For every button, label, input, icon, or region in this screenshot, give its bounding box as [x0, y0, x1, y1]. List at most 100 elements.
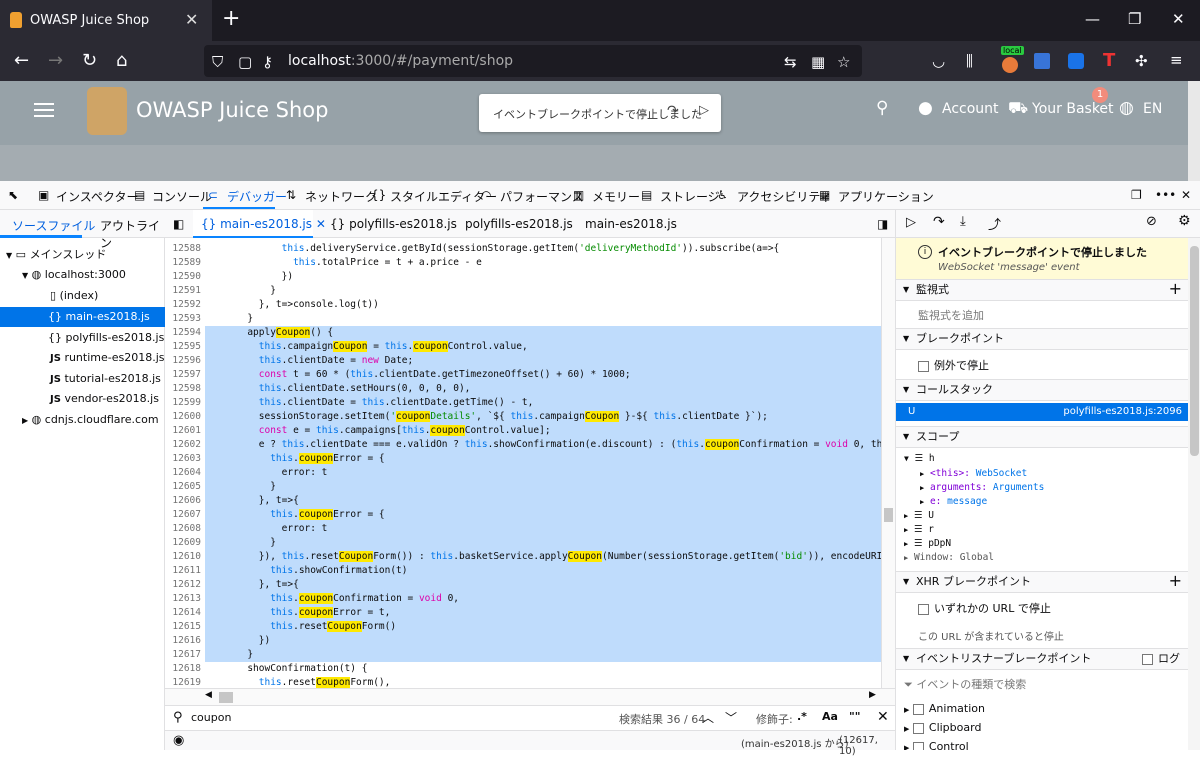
- line-number[interactable]: 12597: [165, 368, 201, 382]
- element-picker-icon[interactable]: ⬉: [8, 188, 18, 202]
- eye-icon[interactable]: ◉: [173, 733, 184, 748]
- line-number[interactable]: 12605: [165, 480, 201, 494]
- resume-icon[interactable]: ▷: [699, 103, 709, 118]
- watch-input[interactable]: 監視式を追加: [918, 307, 984, 323]
- scroll-thumb[interactable]: [884, 508, 893, 522]
- basket-button[interactable]: Your Basket: [1032, 101, 1114, 117]
- editor-tab-polyfills-2[interactable]: polyfills-es2018.js: [465, 217, 573, 231]
- line-number[interactable]: 12619: [165, 676, 201, 688]
- line-number[interactable]: 12610: [165, 550, 201, 564]
- previous-result-icon[interactable]: ︿: [702, 709, 714, 726]
- close-tab-icon[interactable]: ✕: [316, 217, 326, 231]
- dock-icon[interactable]: ❐: [1131, 188, 1142, 202]
- whole-word-toggle[interactable]: "": [849, 710, 860, 723]
- window-close-icon[interactable]: ✕: [1172, 10, 1185, 28]
- line-number[interactable]: 12604: [165, 466, 201, 480]
- permissions-key-icon[interactable]: ⚷: [262, 53, 273, 71]
- line-number[interactable]: 12606: [165, 494, 201, 508]
- tab-debugger[interactable]: デバッガー: [227, 188, 287, 205]
- tab-application[interactable]: アプリケーション: [838, 188, 934, 205]
- minimize-icon[interactable]: —: [1085, 10, 1100, 28]
- reload-icon[interactable]: ↻: [82, 50, 97, 71]
- more-options-icon[interactable]: •••: [1155, 188, 1176, 202]
- tab-performance[interactable]: パフォーマンス: [500, 188, 584, 205]
- tab-accessibility[interactable]: アクセシビリティ: [737, 188, 832, 205]
- event-category-animation[interactable]: ▶ Animation: [904, 702, 985, 715]
- settings-gear-icon[interactable]: ⚙: [1178, 213, 1191, 229]
- qr-icon[interactable]: ▦: [811, 53, 825, 71]
- tab-storage[interactable]: ストレージ: [660, 188, 720, 205]
- search-icon[interactable]: ⚲: [876, 98, 888, 118]
- event-category-control[interactable]: ▶ Control: [904, 740, 969, 750]
- line-number[interactable]: 12614: [165, 606, 201, 620]
- xhr-contains-url[interactable]: この URL が含まれていると停止: [918, 628, 1064, 643]
- xhr-any-url-checkbox[interactable]: いずれかの URL で停止: [918, 600, 1051, 616]
- scope-this[interactable]: ▶ <this>: WebSocket: [920, 468, 1027, 479]
- add-watch-icon[interactable]: +: [1169, 279, 1182, 299]
- event-listener-section-header[interactable]: ▼ イベントリスナーブレークポイント ログ: [896, 648, 1188, 670]
- line-number[interactable]: 12603: [165, 452, 201, 466]
- xhr-section-header[interactable]: ▼ XHR ブレークポイント +: [896, 571, 1188, 593]
- back-icon[interactable]: ←: [14, 50, 29, 71]
- account-button[interactable]: Account: [942, 101, 999, 117]
- editor-tab-polyfills-1[interactable]: {} polyfills-es2018.js: [330, 217, 457, 231]
- step-over-icon[interactable]: ↷: [933, 214, 945, 230]
- step-out-icon[interactable]: ⤴: [988, 214, 1001, 233]
- line-number[interactable]: 12590: [165, 270, 201, 284]
- line-number[interactable]: 12596: [165, 354, 201, 368]
- page-scrollbar[interactable]: [1188, 81, 1200, 181]
- scroll-left-icon[interactable]: ◀: [205, 690, 212, 700]
- new-tab-icon[interactable]: +: [222, 6, 240, 31]
- scope-arguments[interactable]: ▶ arguments: Arguments: [920, 482, 1044, 493]
- deactivate-breakpoints-icon[interactable]: ⊘: [1146, 214, 1157, 229]
- tab-network[interactable]: ネットワーク: [305, 188, 377, 205]
- tree-index[interactable]: ▯ (index): [0, 286, 165, 306]
- app-brand[interactable]: OWASP Juice Shop: [136, 98, 328, 122]
- line-number[interactable]: 12598: [165, 382, 201, 396]
- next-result-icon[interactable]: ﹀: [725, 709, 737, 726]
- account-icon[interactable]: ●: [918, 98, 933, 118]
- tree-vendor-es2018[interactable]: JS vendor-es2018.js: [0, 389, 165, 409]
- language-globe-icon[interactable]: ◍: [1119, 98, 1134, 118]
- editor-horizontal-scrollbar[interactable]: ◀ ▶: [165, 688, 895, 705]
- forward-icon[interactable]: →: [48, 50, 63, 71]
- scroll-thumb[interactable]: [1190, 246, 1199, 456]
- tree-runtime-es2018[interactable]: JS runtime-es2018.js: [0, 348, 165, 368]
- pocket-icon[interactable]: ◡: [932, 52, 945, 70]
- watch-section-header[interactable]: ▼ 監視式 +: [896, 279, 1188, 301]
- line-number[interactable]: 12595: [165, 340, 201, 354]
- tab-console[interactable]: コンソール: [152, 188, 212, 205]
- scope-h[interactable]: ▼ ☰ h: [904, 453, 935, 464]
- line-number[interactable]: 12599: [165, 396, 201, 410]
- scope-e[interactable]: ▶ e: message: [920, 496, 987, 507]
- menu-icon[interactable]: ≡: [1170, 51, 1183, 69]
- scope-section-header[interactable]: ▼ スコープ: [896, 426, 1188, 448]
- line-number[interactable]: 12613: [165, 592, 201, 606]
- t-extension-icon[interactable]: T: [1103, 50, 1115, 71]
- line-number[interactable]: 12608: [165, 522, 201, 536]
- case-sensitive-toggle[interactable]: Aa: [822, 710, 838, 723]
- juice-shop-logo[interactable]: [87, 87, 127, 135]
- line-number[interactable]: 12602: [165, 438, 201, 452]
- tab-source-files[interactable]: ソースファイル: [12, 217, 95, 234]
- close-search-icon[interactable]: ✕: [877, 709, 889, 725]
- extension-icon[interactable]: [1002, 57, 1018, 73]
- add-xhr-breakpoint-icon[interactable]: +: [1169, 571, 1182, 591]
- step-over-icon[interactable]: ↷: [667, 103, 679, 119]
- callstack-section-header[interactable]: ▼ コールスタック: [896, 379, 1188, 401]
- toggle-debugger-pane-icon[interactable]: ◨: [877, 217, 888, 231]
- tree-main-es2018[interactable]: {} main-es2018.js: [0, 307, 165, 327]
- pause-on-exceptions-checkbox[interactable]: 例外で停止: [918, 357, 989, 373]
- bookmark-star-icon[interactable]: ☆: [837, 53, 850, 71]
- shield-icon[interactable]: ⛉: [212, 53, 223, 71]
- browser-tab[interactable]: OWASP Juice Shop ✕: [0, 0, 212, 41]
- scroll-right-icon[interactable]: ▶: [869, 690, 876, 700]
- translate-icon[interactable]: ⇆: [784, 53, 797, 71]
- url-bar[interactable]: ⛉ ▢ ⚷ localhost:3000/#/payment/shop ⇆ ▦ …: [204, 45, 862, 77]
- line-number[interactable]: 12588: [165, 242, 201, 256]
- line-number[interactable]: 12618: [165, 662, 201, 676]
- close-devtools-icon[interactable]: ✕: [1181, 188, 1191, 202]
- library-icon[interactable]: ⫼: [966, 52, 973, 70]
- scope-r[interactable]: ▶ ☰ r: [904, 524, 934, 535]
- translate-extension-icon[interactable]: [1034, 53, 1050, 69]
